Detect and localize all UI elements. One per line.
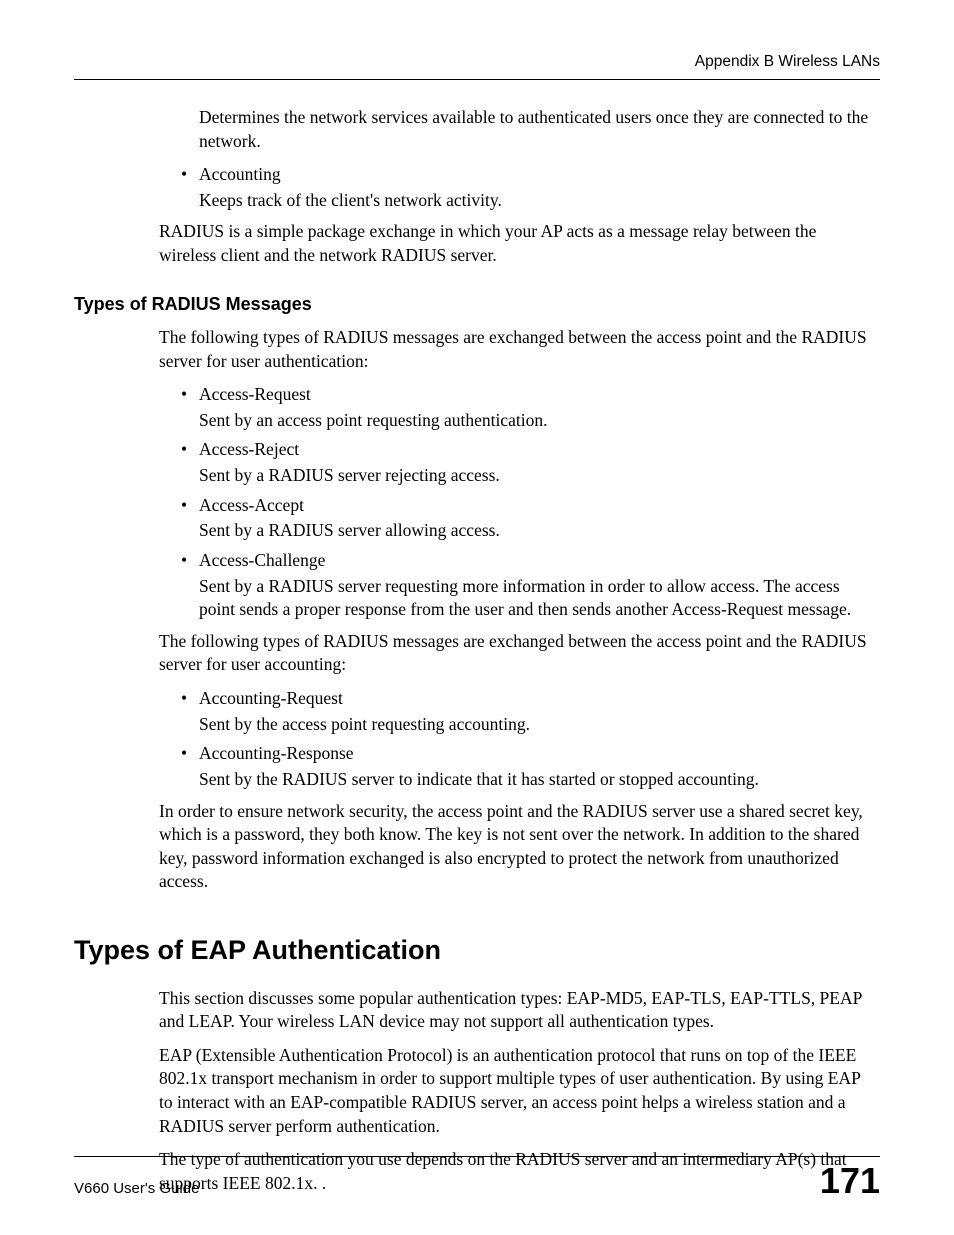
eap-p2: EAP (Extensible Authentication Protocol)… (159, 1044, 878, 1139)
item-desc: Sent by the RADIUS server to indicate th… (199, 768, 878, 792)
determines-text: Determines the network services availabl… (199, 106, 878, 153)
list-item: Access-RejectSent by a RADIUS server rej… (181, 438, 878, 487)
radius-auth-intro: The following types of RADIUS messages a… (159, 326, 878, 373)
page-number: 171 (820, 1163, 880, 1199)
item-term: Access-Reject (199, 438, 878, 462)
item-term: Accounting-Response (199, 742, 878, 766)
list-item: Access-ChallengeSent by a RADIUS server … (181, 549, 878, 622)
list-item: Accounting-ResponseSent by the RADIUS se… (181, 742, 878, 791)
item-desc: Sent by a RADIUS server requesting more … (199, 575, 878, 622)
radius-auth-list: Access-RequestSent by an access point re… (181, 383, 878, 622)
accounting-desc: Keeps track of the client's network acti… (199, 189, 878, 213)
item-desc: Sent by the access point requesting acco… (199, 713, 878, 737)
footer-row: V660 User's Guide 171 (74, 1163, 880, 1199)
radius-security-para: In order to ensure network security, the… (159, 800, 878, 895)
list-item: Access-AcceptSent by a RADIUS server all… (181, 494, 878, 543)
list-item: Access-RequestSent by an access point re… (181, 383, 878, 432)
header-rule (74, 79, 880, 80)
item-term: Access-Challenge (199, 549, 878, 573)
footer-guide: V660 User's Guide (74, 1179, 199, 1199)
running-header: Appendix B Wireless LANs (74, 52, 880, 73)
radius-acct-intro: The following types of RADIUS messages a… (159, 630, 878, 677)
item-term: Access-Request (199, 383, 878, 407)
accounting-term: Accounting (199, 163, 878, 187)
eap-p1: This section discusses some popular auth… (159, 987, 878, 1034)
accounting-item: Accounting Keeps track of the client's n… (181, 163, 878, 212)
footer-rule (74, 1156, 880, 1157)
item-desc: Sent by an access point requesting authe… (199, 409, 878, 433)
body-content: Determines the network services availabl… (159, 106, 878, 268)
footer: V660 User's Guide 171 (74, 1156, 880, 1199)
heading-radius-messages: Types of RADIUS Messages (74, 292, 880, 316)
item-desc: Sent by a RADIUS server rejecting access… (199, 464, 878, 488)
radius-intro: RADIUS is a simple package exchange in w… (159, 220, 878, 267)
item-desc: Sent by a RADIUS server allowing access. (199, 519, 878, 543)
page: Appendix B Wireless LANs Determines the … (0, 0, 954, 1235)
radius-block: The following types of RADIUS messages a… (159, 326, 878, 894)
item-term: Accounting-Request (199, 687, 878, 711)
item-term: Access-Accept (199, 494, 878, 518)
list-item: Accounting-RequestSent by the access poi… (181, 687, 878, 736)
heading-eap: Types of EAP Authentication (74, 932, 880, 968)
radius-acct-list: Accounting-RequestSent by the access poi… (181, 687, 878, 792)
top-bullets: Accounting Keeps track of the client's n… (181, 163, 878, 212)
